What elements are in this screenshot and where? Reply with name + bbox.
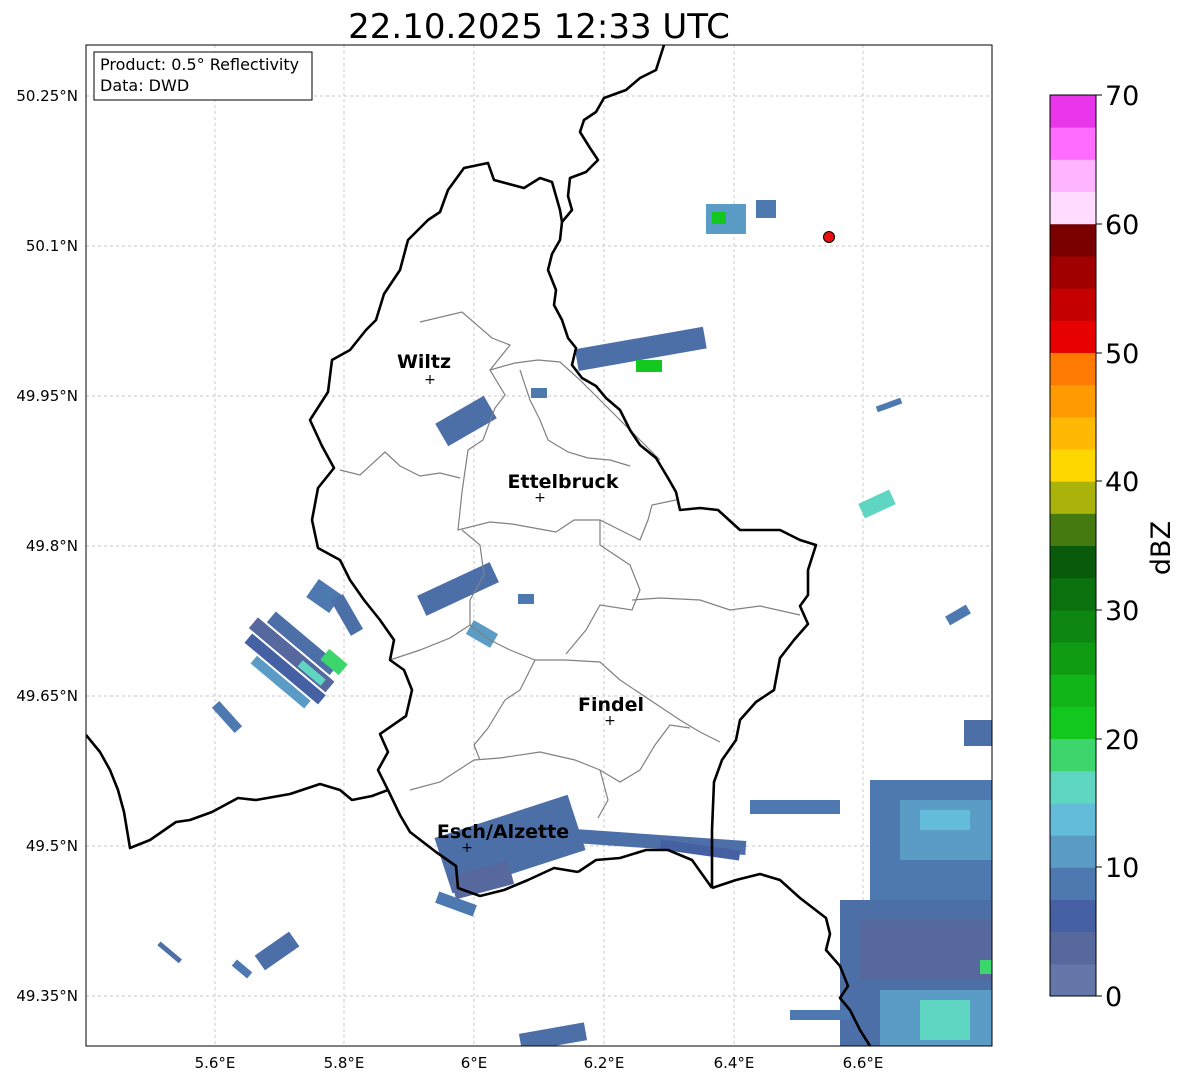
lon-tick-label: 6.6°E — [843, 1054, 884, 1072]
lat-tick-label: 49.65°N — [16, 687, 78, 705]
colorbar-swatch — [1050, 448, 1096, 482]
place-marker: + — [424, 372, 436, 388]
lat-tick-label: 49.5°N — [26, 837, 78, 855]
colorbar-swatch — [1050, 159, 1096, 193]
colorbar-swatch — [1050, 191, 1096, 225]
lat-tick-label: 49.95°N — [16, 387, 78, 405]
colorbar-swatch — [1050, 867, 1096, 900]
colorbar-label: dBZ — [1146, 521, 1177, 575]
colorbar-tick-label: 70 — [1105, 81, 1139, 112]
lat-tick-label: 49.35°N — [16, 987, 78, 1005]
colorbar-tick-label: 60 — [1105, 210, 1139, 241]
info-product: Product: 0.5° Reflectivity — [100, 55, 299, 74]
lat-tick-label: 50.25°N — [16, 87, 78, 105]
colorbar-swatch — [1050, 835, 1096, 868]
colorbar-swatch — [1050, 416, 1096, 450]
colorbar-swatch — [1050, 609, 1096, 643]
colorbar-ticks: 0 10 20 30 40 50 60 70 — [1096, 81, 1139, 1013]
map-title: 22.10.2025 12:33 UTC — [348, 7, 730, 47]
colorbar-swatch — [1050, 255, 1096, 289]
colorbar-swatch — [1050, 963, 1096, 997]
lon-tick-label: 6.4°E — [714, 1054, 755, 1072]
colorbar-swatch — [1050, 706, 1096, 740]
place-label: Findel — [578, 694, 644, 716]
colorbar: 0 10 20 30 40 50 60 70 dBZ — [1049, 81, 1177, 1013]
lat-tick-label: 49.8°N — [26, 537, 78, 555]
colorbar-tick-label: 10 — [1105, 853, 1139, 884]
colorbar-swatch — [1050, 545, 1096, 579]
colorbar-swatch — [1050, 577, 1096, 611]
colorbar-swatch — [1050, 320, 1096, 353]
place-label: Esch/Alzette — [437, 821, 569, 843]
colorbar-swatch — [1050, 95, 1096, 128]
lon-tick-label: 5.6°E — [195, 1054, 236, 1072]
map-background — [86, 45, 992, 1046]
lon-tick-label: 5.8°E — [324, 1054, 365, 1072]
lon-tick-label: 6.2°E — [584, 1054, 625, 1072]
place-label: Ettelbruck — [508, 471, 619, 493]
colorbar-tick-label: 40 — [1105, 467, 1139, 498]
colorbar-swatch — [1050, 127, 1096, 160]
colorbar-swatch — [1050, 481, 1096, 514]
colorbar-swatch — [1050, 738, 1096, 772]
colorbar-tick-label: 20 — [1105, 725, 1139, 756]
latitude-ticks: 50.25°N 50.1°N 49.95°N 49.8°N 49.65°N 49… — [16, 87, 78, 1005]
colorbar-tick-label: 0 — [1105, 982, 1122, 1013]
colorbar-swatch — [1050, 642, 1096, 675]
place-label: Wiltz — [397, 351, 451, 373]
colorbar-tick-label: 30 — [1105, 596, 1139, 627]
radar-map-figure: 22.10.2025 12:33 UTC + Wiltz + Ettelbruc… — [16, 7, 1177, 1072]
colorbar-tick-label: 50 — [1105, 339, 1139, 370]
colorbar-swatch — [1050, 384, 1096, 418]
lat-tick-label: 50.1°N — [26, 237, 78, 255]
colorbar-swatch — [1050, 352, 1096, 386]
colorbar-swatches — [1050, 95, 1096, 997]
colorbar-swatch — [1050, 288, 1096, 321]
longitude-ticks: 5.6°E 5.8°E 6°E 6.2°E 6.4°E 6.6°E — [195, 1054, 884, 1072]
colorbar-swatch — [1050, 513, 1096, 546]
info-box: Product: 0.5° Reflectivity Data: DWD — [93, 51, 313, 101]
colorbar-swatch — [1050, 899, 1096, 933]
lon-tick-label: 6°E — [461, 1054, 488, 1072]
colorbar-swatch — [1050, 770, 1096, 804]
colorbar-swatch — [1050, 802, 1096, 836]
colorbar-swatch — [1050, 223, 1096, 257]
radar-site-marker — [823, 231, 835, 243]
colorbar-swatch — [1050, 674, 1096, 707]
info-data-source: Data: DWD — [100, 76, 189, 95]
map-panel: + Wiltz + Ettelbruck + Findel + Esch/Alz… — [85, 44, 993, 1047]
colorbar-swatch — [1050, 931, 1096, 965]
